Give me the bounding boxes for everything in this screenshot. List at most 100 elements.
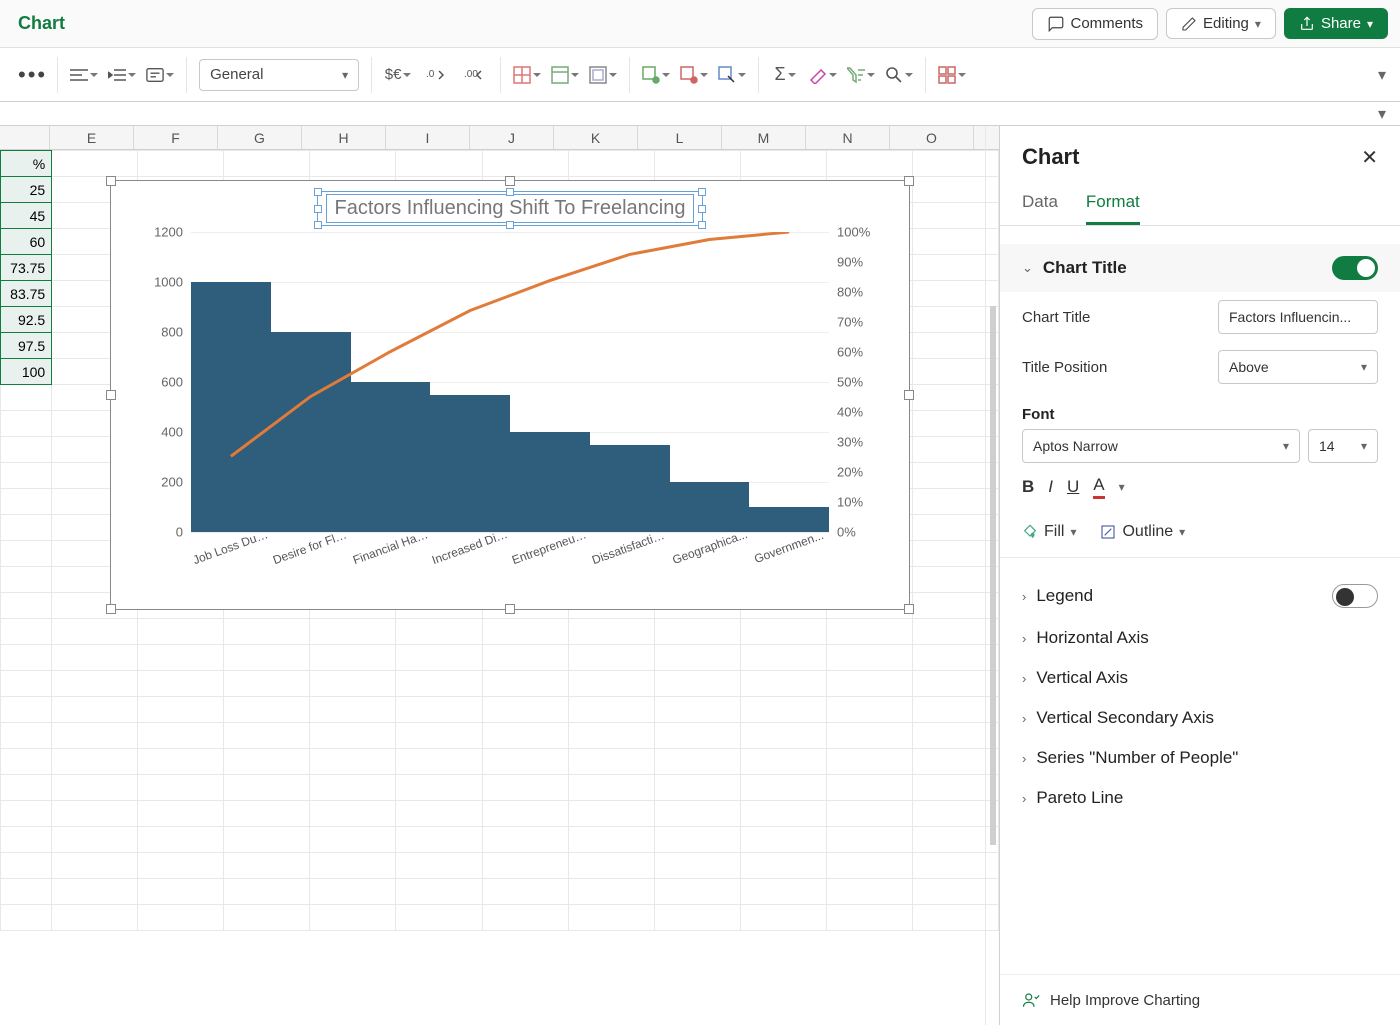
- col-header[interactable]: J: [470, 126, 554, 149]
- section-pareto-line[interactable]: › Pareto Line: [1022, 778, 1378, 818]
- fill-icon: [1022, 524, 1038, 540]
- pencil-icon: [1181, 16, 1197, 32]
- tab-data[interactable]: Data: [1022, 182, 1058, 225]
- chart-title-text: Factors Influencing Shift To Freelancing: [326, 194, 695, 223]
- italic-button[interactable]: I: [1048, 477, 1053, 497]
- section-secondary-axis[interactable]: › Vertical Secondary Axis: [1022, 698, 1378, 738]
- right-y-axis: 0%10%20%30%40%50%60%70%80%90%100%: [833, 232, 885, 532]
- comments-label: Comments: [1071, 15, 1144, 32]
- chevron-right-icon: ›: [1022, 589, 1026, 604]
- fill-button[interactable]: Fill▾: [1022, 523, 1076, 541]
- bar-series[interactable]: [191, 232, 829, 532]
- chart-title-toggle[interactable]: [1332, 256, 1378, 280]
- clear-button[interactable]: [809, 61, 837, 89]
- format-table-button[interactable]: [551, 61, 579, 89]
- more-commands-button[interactable]: •••: [8, 62, 57, 88]
- delete-cells-button[interactable]: [680, 61, 708, 89]
- chevron-right-icon: ›: [1022, 671, 1026, 686]
- col-header[interactable]: F: [134, 126, 218, 149]
- ribbon-collapse-button[interactable]: ▾: [1378, 65, 1386, 85]
- col-header[interactable]: N: [806, 126, 890, 149]
- vertical-scrollbar[interactable]: [985, 126, 999, 1025]
- addins-button[interactable]: [938, 61, 966, 89]
- chevron-down-icon: ▾: [342, 68, 348, 82]
- title-position-select[interactable]: Above ▾: [1218, 350, 1378, 384]
- col-header[interactable]: G: [218, 126, 302, 149]
- chart-object[interactable]: Factors Influencing Shift To Freelancing…: [110, 180, 910, 610]
- section-legend[interactable]: › Legend: [1022, 574, 1378, 618]
- chevron-down-icon: ▾: [1070, 525, 1076, 539]
- section-label: Vertical Axis: [1036, 668, 1128, 688]
- col-header[interactable]: K: [554, 126, 638, 149]
- increase-decimal-button[interactable]: .0: [422, 61, 450, 89]
- insert-cells-button[interactable]: [642, 61, 670, 89]
- format-cells-button[interactable]: [718, 61, 746, 89]
- svg-text:.00: .00: [464, 69, 478, 80]
- chevron-down-icon: ▾: [1367, 17, 1373, 31]
- font-color-button[interactable]: A: [1093, 475, 1104, 499]
- title-position-label: Title Position: [1022, 359, 1107, 376]
- chevron-down-icon: ⌄: [1022, 260, 1033, 276]
- section-label: Horizontal Axis: [1036, 628, 1148, 648]
- conditional-format-button[interactable]: [513, 61, 541, 89]
- spreadsheet-grid[interactable]: E F G H I J K L M N O %25456073.7583.759…: [0, 126, 1000, 1025]
- currency-button[interactable]: $€: [384, 61, 412, 89]
- section-series[interactable]: › Series "Number of People": [1022, 738, 1378, 778]
- col-header[interactable]: O: [890, 126, 974, 149]
- section-chart-title[interactable]: ⌄ Chart Title: [1000, 244, 1400, 292]
- share-button[interactable]: Share ▾: [1284, 8, 1388, 39]
- plot-area[interactable]: 020040060080010001200 0%10%20%30%40%50%6…: [191, 232, 829, 532]
- section-label: Series "Number of People": [1036, 748, 1238, 768]
- font-size-select[interactable]: 14▾: [1308, 429, 1378, 463]
- decrease-decimal-button[interactable]: .00: [460, 61, 488, 89]
- svg-text:.0: .0: [426, 69, 435, 80]
- underline-button[interactable]: U: [1067, 477, 1079, 497]
- left-y-axis: 020040060080010001200: [141, 232, 187, 532]
- find-button[interactable]: [885, 61, 913, 89]
- sort-filter-button[interactable]: [847, 61, 875, 89]
- section-horizontal-axis[interactable]: › Horizontal Axis: [1022, 618, 1378, 658]
- chevron-right-icon: ›: [1022, 751, 1026, 766]
- x-axis-labels: Job Loss Due t...Desire for Flexibili...…: [191, 540, 829, 554]
- chevron-down-icon: ▾: [1179, 525, 1185, 539]
- section-label: Chart Title: [1043, 258, 1127, 278]
- chevron-right-icon: ›: [1022, 711, 1026, 726]
- section-vertical-axis[interactable]: › Vertical Axis: [1022, 658, 1378, 698]
- indent-button[interactable]: [108, 61, 136, 89]
- font-name-select[interactable]: Aptos Narrow▾: [1022, 429, 1300, 463]
- bold-button[interactable]: B: [1022, 477, 1034, 497]
- col-header[interactable]: I: [386, 126, 470, 149]
- legend-toggle[interactable]: [1332, 584, 1378, 608]
- tab-format[interactable]: Format: [1086, 182, 1140, 225]
- number-format-value: General: [210, 66, 263, 83]
- footer-label: Help Improve Charting: [1050, 992, 1200, 1009]
- close-panel-button[interactable]: ✕: [1361, 145, 1378, 170]
- chevron-down-icon: ▾: [1255, 17, 1261, 31]
- comments-button[interactable]: Comments: [1032, 8, 1159, 40]
- formula-bar-expand[interactable]: ▾: [0, 102, 1400, 126]
- chevron-right-icon: ›: [1022, 791, 1026, 806]
- comment-icon: [1047, 15, 1065, 33]
- col-header[interactable]: E: [50, 126, 134, 149]
- ribbon: ••• General ▾ $€ .0 .00 Σ ▾: [0, 48, 1400, 102]
- outline-button[interactable]: Outline▾: [1100, 523, 1185, 541]
- align-left-button[interactable]: [70, 61, 98, 89]
- chart-title-label: Chart Title: [1022, 309, 1090, 326]
- section-label: Pareto Line: [1036, 788, 1123, 808]
- number-format-select[interactable]: General ▾: [199, 59, 359, 91]
- chevron-down-icon: ▾: [1361, 439, 1367, 453]
- col-D-partial[interactable]: [0, 126, 50, 149]
- autosum-button[interactable]: Σ: [771, 61, 799, 89]
- chart-title-input[interactable]: [1218, 300, 1378, 334]
- chevron-right-icon: ›: [1022, 631, 1026, 646]
- wrap-text-button[interactable]: [146, 61, 174, 89]
- col-header[interactable]: H: [302, 126, 386, 149]
- col-header[interactable]: M: [722, 126, 806, 149]
- editing-mode-button[interactable]: Editing ▾: [1166, 8, 1276, 39]
- share-label: Share: [1321, 15, 1361, 32]
- col-header[interactable]: L: [638, 126, 722, 149]
- feedback-icon: [1022, 991, 1040, 1009]
- chart-title[interactable]: Factors Influencing Shift To Freelancing: [111, 181, 909, 232]
- help-improve-link[interactable]: Help Improve Charting: [1000, 974, 1400, 1025]
- cell-styles-button[interactable]: [589, 61, 617, 89]
